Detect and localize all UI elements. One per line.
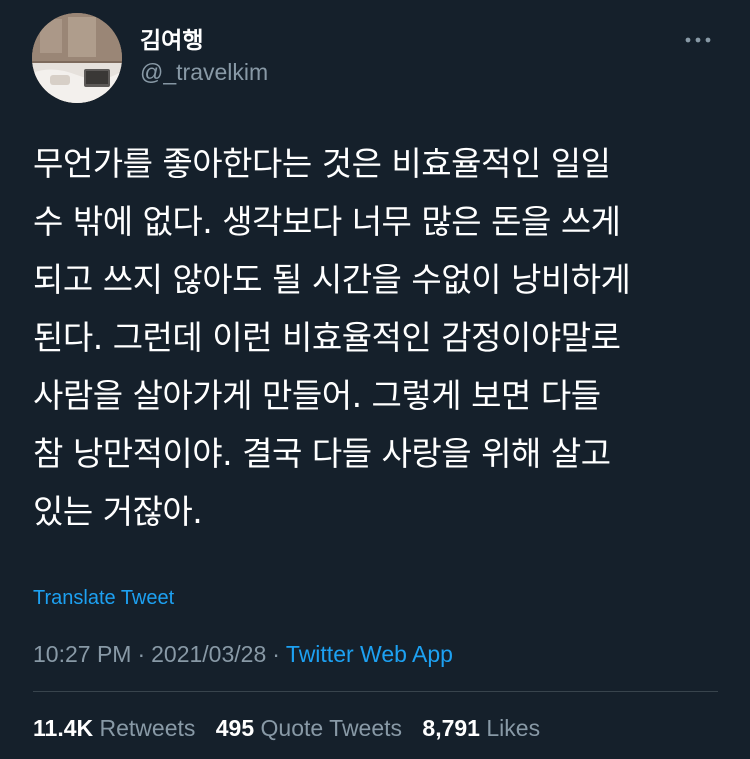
likes-stat[interactable]: 8,791 Likes: [422, 714, 540, 742]
retweets-stat[interactable]: 11.4K Retweets: [33, 714, 195, 742]
tweet-text-line: 되고 쓰지 않아도 될 시간을 수없이 낭비하게: [33, 260, 631, 299]
quote-tweets-stat[interactable]: 495 Quote Tweets: [216, 714, 402, 742]
tweet-text-line: 된다. 그런데 이런 비효율적인 감정이야말로: [33, 318, 621, 357]
tweet-text: 무언가를 좋아한다는 것은 비효율적인 일일 수 밖에 없다. 생각보다 너무 …: [33, 135, 723, 541]
tweet-text-line: 사람을 살아가게 만들어. 그렇게 보면 다들: [33, 376, 601, 415]
tweet-text-line: 참 낭만적이야. 결국 다들 사랑을 위해 살고: [33, 434, 611, 473]
quote-tweets-count: 495: [215, 715, 255, 741]
display-name[interactable]: 김여행: [140, 26, 203, 54]
tweet-text-line: 무언가를 좋아한다는 것은 비효율적인 일일: [33, 144, 611, 183]
tweet-text-line: 수 밖에 없다. 생각보다 너무 많은 돈을 쓰게: [33, 202, 621, 241]
user-handle[interactable]: @_travelkim: [140, 58, 268, 86]
tweet-time[interactable]: 10:27 PM: [33, 641, 131, 667]
meta-separator: ·: [272, 641, 280, 667]
retweets-count: 11.4K: [33, 715, 94, 741]
divider: [33, 691, 718, 692]
retweets-label: Retweets: [99, 715, 196, 741]
tweet-source-link[interactable]: Twitter Web App: [286, 641, 453, 667]
meta-separator: ·: [137, 641, 146, 667]
tweet-stats: 11.4K Retweets 495 Quote Tweets 8,791 Li…: [33, 714, 554, 742]
likes-label: Likes: [486, 715, 541, 741]
more-horizontal-icon[interactable]: [678, 28, 718, 52]
translate-tweet-link[interactable]: Translate Tweet: [33, 585, 174, 611]
quote-tweets-label: Quote Tweets: [260, 715, 403, 741]
likes-count: 8,791: [422, 715, 480, 741]
avatar[interactable]: [32, 13, 122, 103]
tweet-meta: 10:27 PM · 2021/03/28 · Twitter Web App: [33, 640, 453, 668]
tweet-date[interactable]: 2021/03/28: [151, 641, 266, 667]
tweet-text-line: 있는 거잖아.: [33, 492, 203, 531]
